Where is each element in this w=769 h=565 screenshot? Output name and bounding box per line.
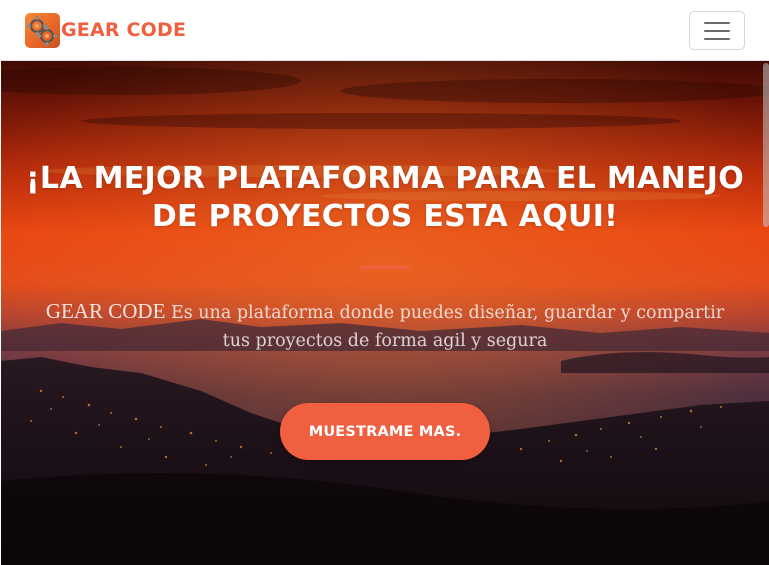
hero-description-text: Es una plataforma donde puedes diseñar, … bbox=[165, 303, 725, 351]
hero-section: ¡LA MEJOR PLATAFORMA PARA EL MANEJO DE P… bbox=[1, 61, 769, 565]
brand-name: GEAR CODE bbox=[61, 19, 187, 41]
gear-code-logo-icon bbox=[25, 13, 60, 48]
show-more-button[interactable]: MUESTRAME MAS. bbox=[280, 403, 490, 460]
hamburger-menu-icon-line bbox=[704, 37, 730, 40]
hero-heading: ¡LA MEJOR PLATAFORMA PARA EL MANEJO DE P… bbox=[25, 161, 745, 234]
landing-page: GEAR CODE ¡LA MEJOR PLATAFORMA PARA EL M… bbox=[0, 0, 769, 565]
hamburger-menu-icon bbox=[704, 21, 730, 24]
brand-link[interactable]: GEAR CODE bbox=[25, 13, 186, 48]
navbar-toggler-button[interactable] bbox=[689, 11, 745, 50]
hero-content: ¡LA MEJOR PLATAFORMA PARA EL MANEJO DE P… bbox=[1, 61, 769, 565]
hero-description: GEAR CODE Es una plataforma donde puedes… bbox=[31, 297, 739, 355]
hero-divider bbox=[360, 266, 410, 269]
scrollbar-thumb[interactable] bbox=[763, 63, 769, 227]
navbar: GEAR CODE bbox=[0, 0, 769, 61]
hamburger-menu-icon-line bbox=[704, 29, 730, 32]
hero-description-brand: GEAR CODE bbox=[45, 299, 166, 323]
